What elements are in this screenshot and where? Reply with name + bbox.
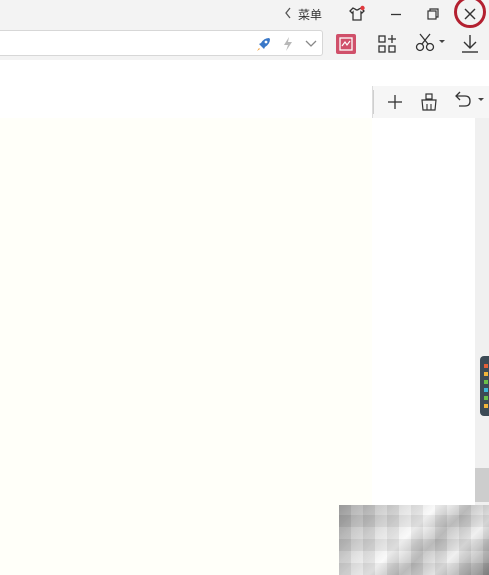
- main-toolbar: [0, 28, 489, 60]
- scissors-icon: [414, 31, 448, 57]
- minimize-icon: [389, 7, 403, 21]
- restore-button[interactable]: [423, 4, 443, 24]
- address-bar[interactable]: [0, 30, 323, 56]
- rocket-icon[interactable]: [255, 35, 273, 53]
- scissors-button[interactable]: [414, 32, 448, 56]
- sidebar-divider: [373, 90, 374, 114]
- minimize-button[interactable]: [386, 4, 406, 24]
- close-highlight-ring: [454, 0, 486, 28]
- clear-broom-icon[interactable]: [417, 90, 441, 114]
- restore-icon: [426, 7, 440, 21]
- menu-label: 菜单: [298, 7, 323, 22]
- skin-shirt-icon[interactable]: [347, 4, 367, 24]
- side-drawer-handle[interactable]: [480, 356, 489, 416]
- plus-icon[interactable]: [383, 90, 407, 114]
- chevron-left-icon: [284, 7, 292, 22]
- download-icon[interactable]: [458, 32, 482, 56]
- page-content: [0, 60, 372, 575]
- red-extension-icon[interactable]: [334, 32, 358, 56]
- apps-grid-plus-icon[interactable]: [375, 32, 399, 56]
- scroll-thumb[interactable]: [475, 468, 489, 502]
- undo-button[interactable]: [451, 90, 485, 114]
- blurred-thumbnail-image: [339, 505, 489, 575]
- title-bar: 菜单: [0, 0, 489, 28]
- sidebar-toolbar: [372, 86, 489, 118]
- chevron-down-icon[interactable]: [302, 35, 320, 53]
- menu-button[interactable]: 菜单: [284, 4, 322, 24]
- page-header-strip: [0, 60, 372, 118]
- sidebar-panel: [372, 60, 489, 575]
- lightning-icon[interactable]: [279, 35, 297, 53]
- undo-icon: [451, 90, 485, 114]
